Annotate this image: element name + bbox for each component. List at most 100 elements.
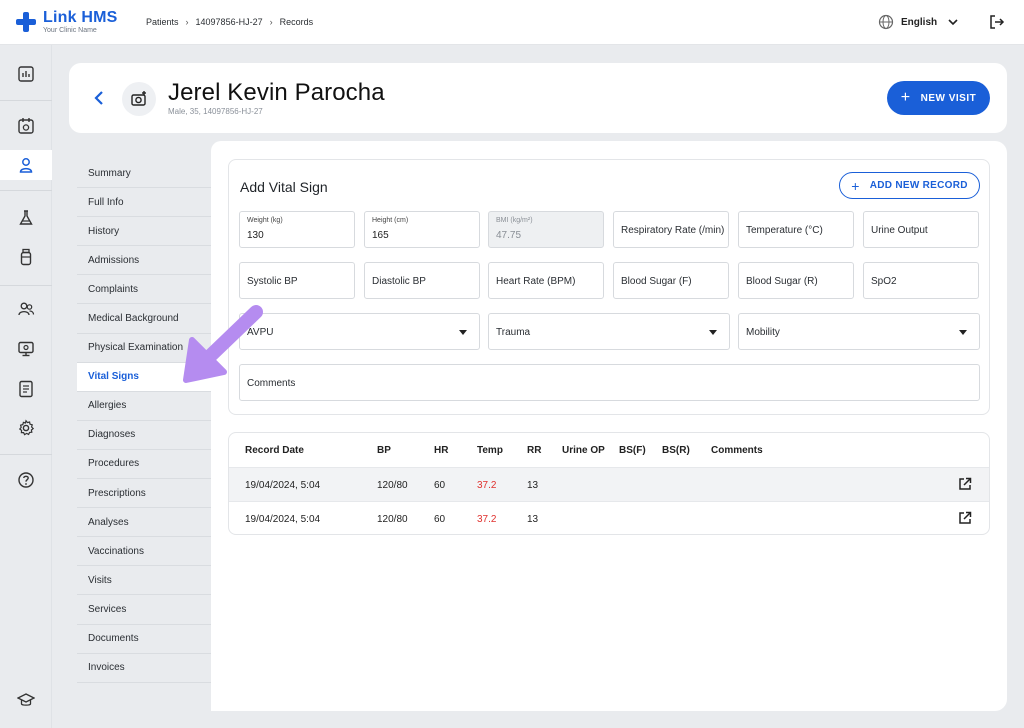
- side-nav-item-analyses[interactable]: Analyses: [77, 508, 211, 538]
- side-nav-item-services[interactable]: Services: [77, 595, 211, 625]
- rail-education[interactable]: [0, 685, 52, 715]
- trauma-placeholder: Trauma: [496, 327, 531, 338]
- back-button[interactable]: [89, 88, 109, 108]
- vital-records-table: Record Date BP HR Temp RR Urine OP BS(F)…: [228, 432, 990, 535]
- rail-dashboard[interactable]: [0, 59, 52, 89]
- side-nav-item-invoices[interactable]: Invoices: [77, 654, 211, 683]
- rail-help[interactable]: [0, 465, 52, 495]
- header-record-date: Record Date: [245, 445, 304, 456]
- rail-reports[interactable]: [0, 374, 52, 404]
- side-nav-item-vaccinations[interactable]: Vaccinations: [77, 537, 211, 567]
- graduation-cap-icon: [17, 693, 35, 706]
- rail-staff[interactable]: [0, 294, 52, 324]
- systolic-bp-placeholder: Systolic BP: [247, 276, 298, 287]
- cell-record-date: 19/04/2024, 5:04: [245, 480, 321, 491]
- rail-appointments[interactable]: [0, 111, 52, 141]
- breadcrumb-patients[interactable]: Patients: [146, 17, 179, 27]
- new-visit-button[interactable]: + NEW VISIT: [887, 81, 990, 115]
- diastolic-bp-field[interactable]: Diastolic BP: [364, 262, 480, 299]
- language-label: English: [901, 16, 938, 28]
- caret-down-icon: [959, 330, 967, 335]
- cell-rr: 13: [527, 514, 539, 525]
- temperature-placeholder: Temperature (°C): [746, 225, 823, 236]
- patient-header: Jerel Kevin Parocha Male, 35, 14097856-H…: [69, 63, 1007, 133]
- heart-rate-field[interactable]: Heart Rate (BPM): [488, 262, 604, 299]
- side-nav-item-diagnoses[interactable]: Diagnoses: [77, 421, 211, 450]
- side-nav-item-visits[interactable]: Visits: [77, 566, 211, 596]
- caret-down-icon: [709, 330, 717, 335]
- medicine-bottle-icon: [20, 248, 32, 266]
- side-nav-item-allergies[interactable]: Allergies: [77, 392, 211, 421]
- header-bs-f: BS(F): [619, 445, 646, 456]
- plus-icon: +: [900, 89, 911, 106]
- cell-bp: 120/80: [377, 514, 408, 525]
- side-nav-item-admissions[interactable]: Admissions: [77, 246, 211, 276]
- weight-field[interactable]: Weight (kg) 130: [239, 211, 355, 248]
- open-in-new-icon: [959, 511, 972, 524]
- bmi-value: 47.75: [496, 230, 522, 241]
- rail-monitor[interactable]: [0, 334, 52, 364]
- app-logo[interactable]: Link HMS Your Clinic Name: [16, 10, 118, 34]
- breadcrumb-patient-id[interactable]: 14097856-HJ-27: [196, 17, 263, 27]
- patient-name: Jerel Kevin Parocha: [168, 79, 385, 106]
- side-nav-item-prescriptions[interactable]: Prescriptions: [77, 479, 211, 509]
- heart-rate-placeholder: Heart Rate (BPM): [496, 276, 576, 287]
- plus-icon: +: [851, 177, 860, 194]
- cell-hr: 60: [434, 514, 446, 525]
- temperature-field[interactable]: Temperature (°C): [738, 211, 854, 248]
- header-rr: RR: [527, 445, 542, 456]
- header-urine-op: Urine OP: [562, 445, 605, 456]
- cell-rr: 13: [527, 480, 539, 491]
- respiratory-rate-field[interactable]: Respiratory Rate (/min): [613, 211, 729, 248]
- add-vital-sign-form: Add Vital Sign + ADD NEW RECORD Weight (…: [228, 159, 990, 415]
- chevron-down-icon: [948, 19, 958, 26]
- records-side-nav: Summary Full Info History Admissions Complai…: [77, 159, 211, 683]
- height-field[interactable]: Height (cm) 165: [364, 211, 480, 248]
- height-value: 165: [372, 230, 389, 241]
- language-selector[interactable]: English: [878, 14, 959, 30]
- height-label: Height (cm): [372, 217, 409, 224]
- calendar-icon: [18, 118, 34, 134]
- side-nav-item-history[interactable]: History: [77, 217, 211, 247]
- blood-sugar-r-field[interactable]: Blood Sugar (R): [738, 262, 854, 299]
- dashboard-icon: [18, 66, 34, 82]
- logo-cross-icon: [16, 12, 36, 32]
- mobility-select[interactable]: Mobility: [738, 313, 980, 350]
- rail-laboratory[interactable]: [0, 203, 52, 233]
- rail-pharmacy[interactable]: [0, 242, 52, 272]
- systolic-bp-field[interactable]: Systolic BP: [239, 262, 355, 299]
- add-new-record-button[interactable]: + ADD NEW RECORD: [839, 172, 980, 199]
- open-record-button[interactable]: [958, 477, 972, 494]
- comments-field[interactable]: Comments: [239, 364, 980, 401]
- chevron-left-icon: [94, 91, 103, 105]
- vital-signs-content: Add Vital Sign + ADD NEW RECORD Weight (…: [211, 141, 1007, 711]
- blood-sugar-f-field[interactable]: Blood Sugar (F): [613, 262, 729, 299]
- header-temp: Temp: [477, 445, 503, 456]
- weight-label: Weight (kg): [247, 217, 283, 224]
- urine-output-field[interactable]: Urine Output: [863, 211, 979, 248]
- patient-meta: Male, 35, 14097856-HJ-27: [168, 107, 263, 116]
- logout-button[interactable]: [989, 14, 1005, 35]
- settings-icon: [18, 419, 35, 436]
- side-nav-item-procedures[interactable]: Procedures: [77, 450, 211, 480]
- header-hr: HR: [434, 445, 449, 456]
- trauma-select[interactable]: Trauma: [488, 313, 730, 350]
- rail-settings[interactable]: [0, 413, 52, 443]
- side-nav-item-summary[interactable]: Summary: [77, 159, 211, 189]
- help-icon: [18, 472, 34, 488]
- side-nav-item-full-info[interactable]: Full Info: [77, 188, 211, 218]
- rail-patients[interactable]: [0, 150, 52, 180]
- header-comments: Comments: [711, 445, 763, 456]
- open-record-button[interactable]: [958, 511, 972, 528]
- add-new-record-label: ADD NEW RECORD: [869, 180, 968, 191]
- lab-flask-icon: [19, 210, 33, 225]
- avatar-upload[interactable]: [122, 82, 156, 116]
- table-row[interactable]: 19/04/2024, 5:04 120/80 60 37.2 13: [229, 501, 989, 534]
- blood-sugar-r-placeholder: Blood Sugar (R): [746, 276, 818, 287]
- add-photo-icon: [131, 91, 146, 106]
- side-nav-item-documents[interactable]: Documents: [77, 625, 211, 654]
- table-row[interactable]: 19/04/2024, 5:04 120/80 60 37.2 13: [229, 467, 989, 501]
- spo2-field[interactable]: SpO2: [863, 262, 979, 299]
- cell-bp: 120/80: [377, 480, 408, 491]
- logo-subtitle: Your Clinic Name: [43, 27, 97, 34]
